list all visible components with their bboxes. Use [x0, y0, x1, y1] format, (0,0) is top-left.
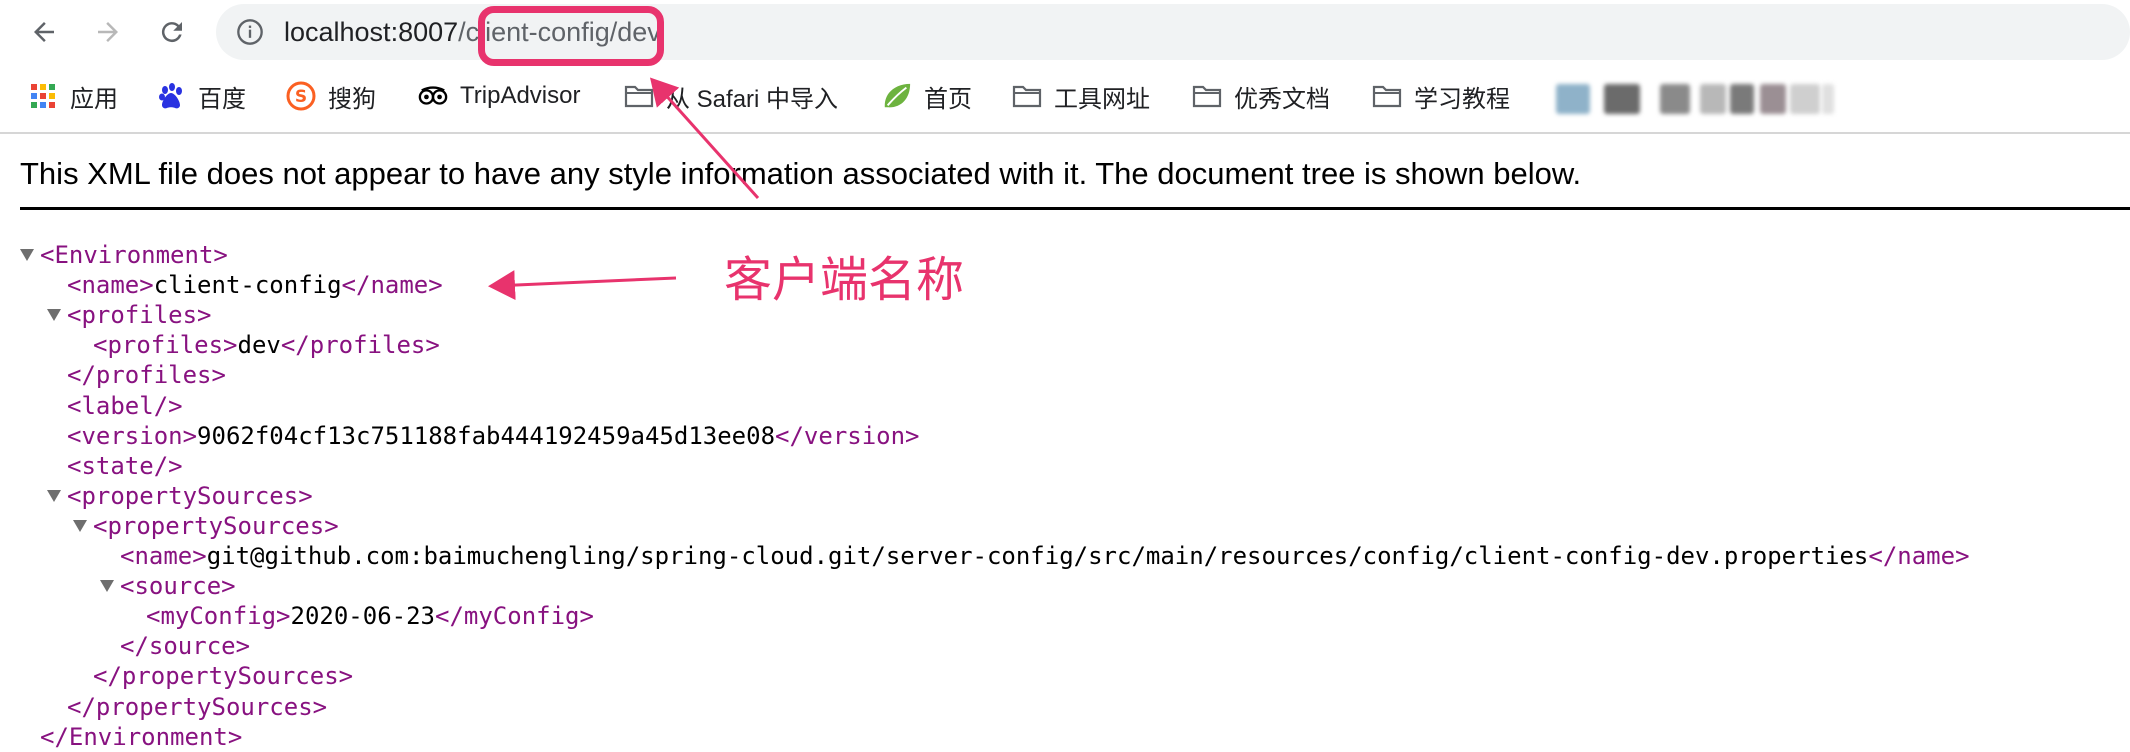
bookmark-baidu[interactable]: 百度 [156, 76, 246, 116]
xml-close-tag: </version> [775, 422, 920, 450]
folder-icon [1012, 81, 1042, 111]
sogou-icon: S [286, 81, 316, 111]
bookmark-label: 从 Safari 中导入 [666, 85, 839, 113]
xml-style-notice: This XML file does not appear to have an… [20, 156, 1582, 191]
xml-open-tag: <propertySources> [93, 512, 339, 540]
xml-line: <myConfig>2020-06-23</myConfig> [146, 601, 594, 631]
collapse-toggle-icon[interactable] [20, 249, 34, 261]
xml-open-tag: <profiles> [67, 301, 212, 329]
xml-open-tag: <version> [67, 422, 198, 450]
xml-text-value: 9062f04cf13c751188fab444192459a45d13ee08 [197, 422, 776, 450]
bookmark-label: 首页 [924, 85, 972, 113]
xml-close-tag: </name> [1868, 542, 1970, 570]
xml-open-tag: <source> [120, 572, 236, 600]
collapse-toggle-icon[interactable] [47, 309, 61, 321]
bookmarks-bar: 应用 百度 S 搜狗 TripAdvisor 从 Safari 中导入 首页 工… [0, 70, 2130, 122]
back-arrow-icon [34, 22, 54, 42]
bookmark-label: 应用 [70, 85, 118, 113]
xml-open-tag: <name> [120, 542, 207, 570]
xml-line: <profiles>dev</profiles> [93, 330, 440, 360]
xml-text-value: dev [237, 331, 281, 359]
xml-line: <label/> [67, 391, 183, 421]
xml-open-tag: <Environment> [40, 241, 228, 269]
bookmark-label: TripAdvisor [460, 82, 581, 109]
spring-leaf-icon [882, 81, 912, 111]
xml-line: <propertySources> [67, 481, 313, 511]
xml-line: <state/> [67, 451, 183, 481]
bookmark-label: 百度 [198, 85, 246, 113]
baidu-paw-icon [156, 81, 186, 111]
xml-open-tag: <myConfig> [146, 602, 291, 630]
bookmark-folder-safari[interactable]: 从 Safari 中导入 [624, 76, 838, 116]
xml-line: <source> [120, 571, 236, 601]
browser-toolbar: localhost:8007/client-config/dev [0, 0, 2130, 64]
bookmark-folder-tutorials[interactable]: 学习教程 [1372, 76, 1510, 116]
xml-line: </profiles> [67, 360, 226, 390]
svg-text:S: S [295, 87, 307, 107]
xml-line: <version>9062f04cf13c751188fab444192459a… [67, 421, 920, 451]
xml-text-value: client-config [153, 271, 342, 299]
reload-button[interactable] [150, 10, 194, 54]
xml-line: <Environment> [40, 240, 228, 270]
xml-line: <name>git@github.com:baimuchengling/spri… [120, 541, 1970, 571]
back-button[interactable] [22, 10, 66, 54]
tripadvisor-owl-icon [418, 81, 448, 111]
folder-icon [624, 81, 654, 111]
xml-open-tag: </propertySources> [93, 662, 354, 690]
xml-line: </propertySources> [93, 661, 353, 691]
bookmark-home[interactable]: 首页 [882, 76, 972, 116]
xml-open-tag: <profiles> [93, 331, 238, 359]
annotation-label: 客户端名称 [724, 252, 965, 308]
collapse-toggle-icon[interactable] [47, 490, 61, 502]
xml-text-value: git@github.com:baimuchengling/spring-clo… [206, 542, 1869, 570]
xml-line: </source> [120, 631, 250, 661]
bookmark-label: 工具网址 [1054, 85, 1150, 113]
xml-open-tag: <label/> [67, 392, 183, 420]
collapse-toggle-icon[interactable] [100, 580, 114, 592]
bookmark-tripadvisor[interactable]: TripAdvisor [418, 76, 580, 116]
xml-open-tag: <name> [67, 271, 154, 299]
xml-open-tag: <propertySources> [67, 482, 313, 510]
forward-arrow-icon [98, 22, 118, 42]
xml-line: <profiles> [67, 300, 212, 330]
xml-line: </propertySources> [67, 692, 327, 722]
apps-grid-icon [28, 81, 58, 111]
xml-open-tag: </profiles> [67, 361, 226, 389]
url-host: localhost:8007 [284, 17, 459, 47]
bookmark-sogou[interactable]: S 搜狗 [286, 76, 376, 116]
xml-line: <name>client-config</name> [67, 270, 443, 300]
notice-divider [20, 207, 2130, 210]
toolbar-divider [0, 132, 2130, 134]
xml-open-tag: </Environment> [40, 723, 243, 751]
collapse-toggle-icon[interactable] [73, 520, 87, 532]
folder-icon [1372, 81, 1402, 111]
xml-close-tag: </profiles> [280, 331, 440, 359]
forward-button[interactable] [86, 10, 130, 54]
reload-icon [161, 22, 182, 43]
arrow-to-name [488, 270, 677, 301]
xml-open-tag: <state/> [67, 452, 183, 480]
bookmark-label: 学习教程 [1414, 85, 1510, 113]
xml-close-tag: </myConfig> [435, 602, 594, 630]
bookmark-apps[interactable]: 应用 [28, 76, 118, 116]
bookmark-label: 搜狗 [328, 85, 376, 113]
bookmark-folder-docs[interactable]: 优秀文档 [1192, 76, 1330, 116]
url-highlight-box [478, 6, 664, 66]
folder-icon [1192, 81, 1222, 111]
bookmark-folder-tools[interactable]: 工具网址 [1012, 76, 1150, 116]
xml-text-value: 2020-06-23 [290, 602, 436, 630]
site-info-icon[interactable] [236, 18, 264, 46]
xml-open-tag: </propertySources> [67, 693, 328, 721]
bookmark-label: 优秀文档 [1234, 85, 1330, 113]
xml-line: <propertySources> [93, 511, 339, 541]
xml-close-tag: </name> [341, 271, 443, 299]
xml-open-tag: </source> [120, 632, 251, 660]
